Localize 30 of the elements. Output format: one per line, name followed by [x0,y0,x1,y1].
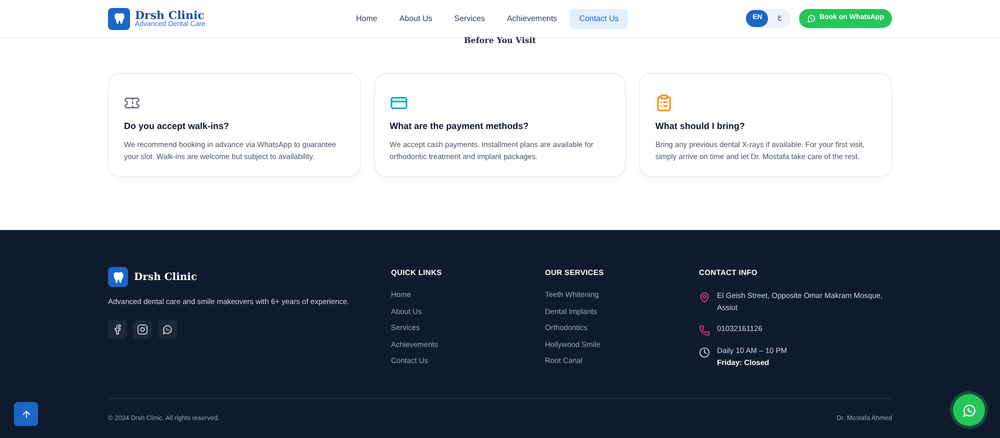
scroll-top-button[interactable] [14,402,38,426]
faq-question: What are the payment methods? [390,120,530,133]
tooth-icon [112,12,126,25]
logo-badge[interactable] [108,8,130,30]
tooth-icon [112,270,124,284]
nav-link[interactable]: Services [445,8,494,28]
footer-brand: Drsh Clinic [134,270,198,284]
nav-link[interactable]: Achievements [498,8,566,28]
logo-title: Drsh Clinic [135,10,204,20]
social-link[interactable] [108,320,127,340]
pin-icon [699,292,710,304]
arrow-up-icon [20,408,32,420]
faq-question: Do you accept walk-ins? [124,120,230,133]
ticket-icon [124,95,140,111]
whatsapp-icon [962,402,976,418]
instagram-icon [137,324,148,336]
whatsapp-icon [162,324,173,336]
clock-icon [699,347,710,358]
social-link[interactable] [133,320,152,340]
nav-link[interactable]: Home [347,8,386,28]
social-link[interactable] [158,320,177,340]
section-heading: Before You Visit [464,36,536,47]
nav-link[interactable]: About Us [390,8,442,28]
whatsapp-icon [807,14,816,23]
faq-question: What should I bring? [655,120,746,133]
clipboard-icon [655,94,674,112]
nav-link[interactable]: Contact Us [570,8,628,28]
phone-icon [699,325,710,336]
credit-card-icon [390,94,408,112]
facebook-icon [112,324,123,336]
